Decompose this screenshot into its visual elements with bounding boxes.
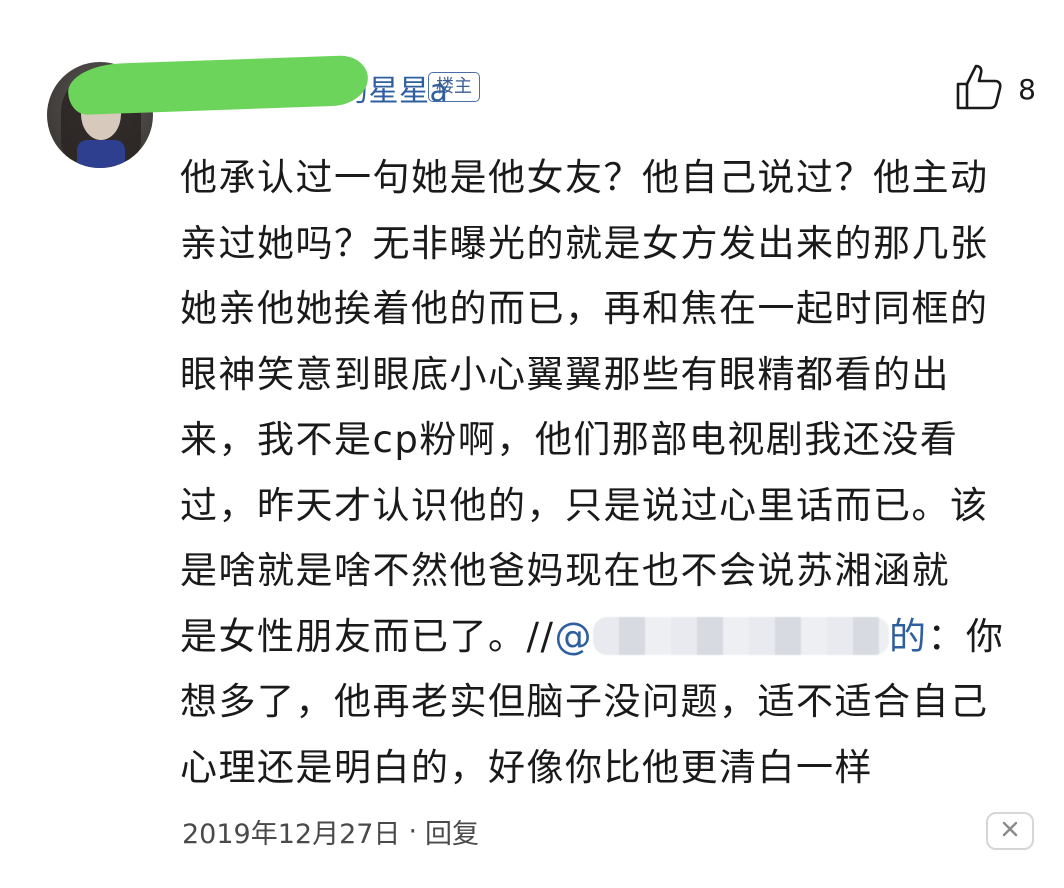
comment-date: 2019年12月27日: [182, 819, 401, 850]
comment-line: 想多了，他再老实但脑子没问题，适不适合自己: [180, 680, 989, 723]
comment-line-prefix: 是女性朋友而已了。//: [180, 614, 555, 658]
comment-line: 亲过她吗？无非曝光的就是女方发出来的那几张: [180, 221, 989, 265]
mention-redaction: [592, 616, 889, 655]
comment-line-with-mention: 是女性朋友而已了。//@ 的：你: [180, 604, 1040, 670]
comment-line: 心理还是明白的，好像你比他更清白一样: [180, 745, 873, 789]
username-redaction: [67, 54, 369, 116]
comment-footer: 2019年12月27日 · 回复: [182, 812, 479, 851]
comment-line: 她亲他她挨着他的而已，再和焦在一起时同框的: [180, 287, 989, 330]
mention-tail: 的: [888, 614, 928, 658]
comment-line: 眼神笑意到眼底小心翼翼那些有眼精都看的出: [180, 352, 950, 396]
mention-at: @: [554, 614, 593, 658]
reply-button[interactable]: 回复: [425, 812, 479, 851]
comment-text: 他承认过一句她是他女友？他自己说过？他主动 亲过她吗？无非曝光的就是女方发出来的…: [180, 145, 1040, 800]
comment-line: 来，我不是cp粉啊，他们那部电视剧我还没看: [180, 418, 959, 461]
avatar-shirt: [77, 140, 125, 168]
like-count: 8: [1018, 72, 1036, 106]
comment-line-suffix: ：你: [927, 614, 1005, 658]
footer-separator: ·: [408, 816, 418, 847]
close-icon: [1000, 819, 1020, 843]
comment-line: 是啥就是啥不然他爸妈现在也不会说苏湘涵就: [180, 549, 950, 592]
close-button[interactable]: [986, 812, 1034, 850]
comment-line: 过，昨天才认识他的，只是说过心里话而已。该: [180, 483, 989, 527]
like-button[interactable]: 8: [954, 62, 1036, 116]
op-badge: 楼主: [428, 72, 480, 102]
thumbs-up-icon[interactable]: [954, 62, 1004, 116]
comment-line: 他承认过一句她是他女友？他自己说过？他主动: [180, 156, 989, 199]
mention-link[interactable]: @ 的: [554, 615, 927, 658]
